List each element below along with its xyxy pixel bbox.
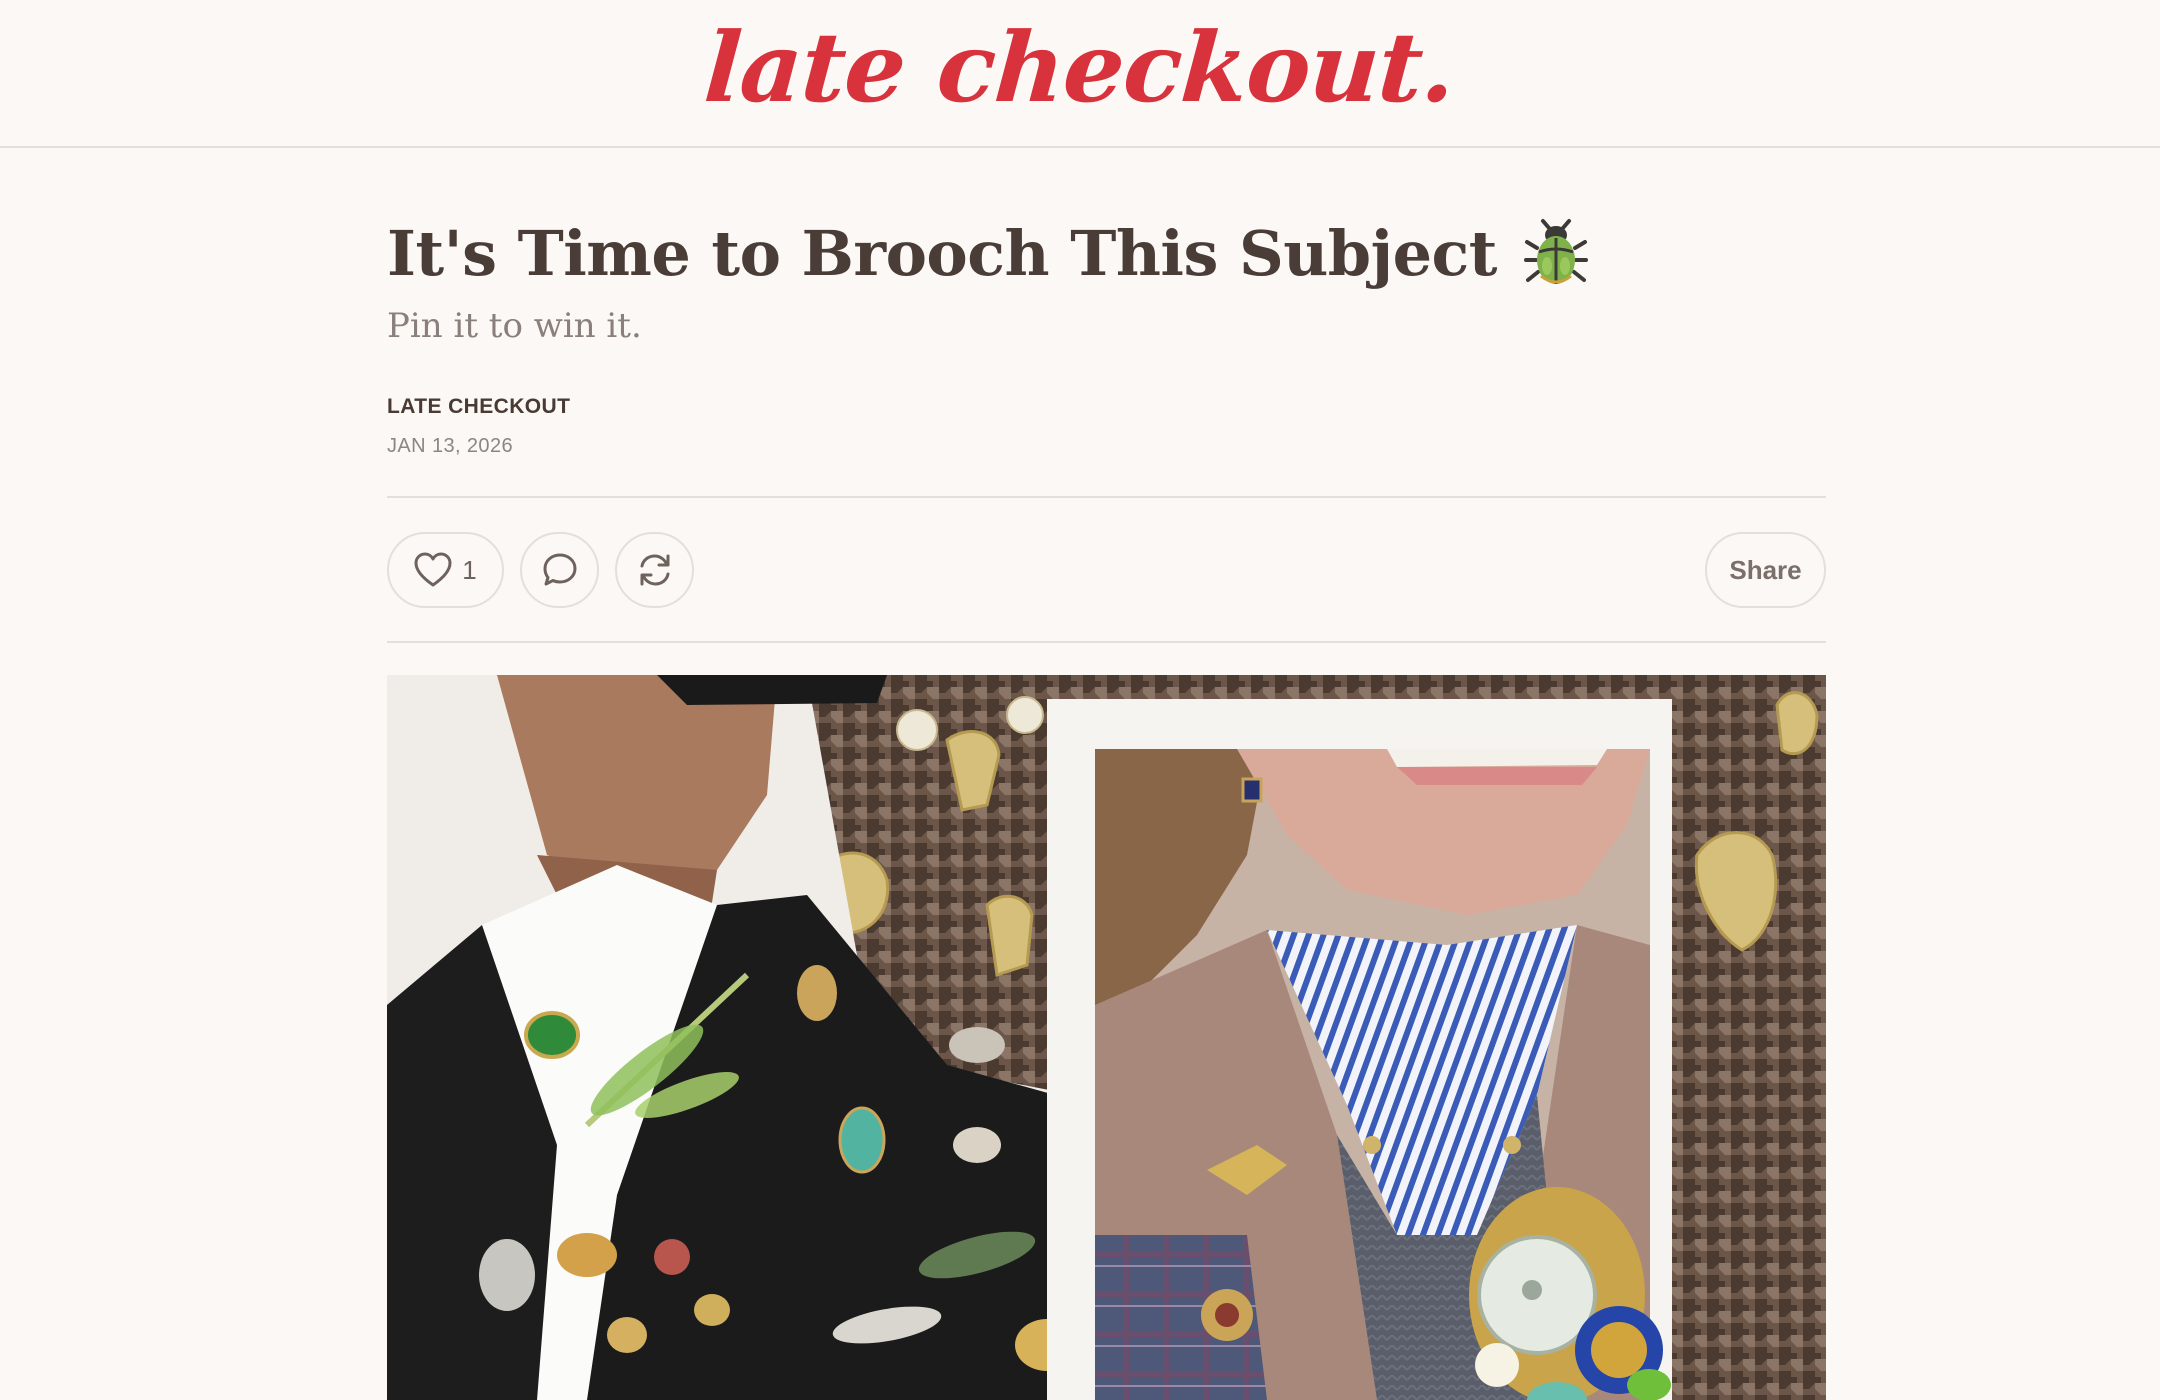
- post-subtitle: Pin it to win it.: [387, 306, 642, 346]
- author-name[interactable]: LATE CHECKOUT: [387, 395, 570, 419]
- restack-icon: [640, 554, 669, 586]
- heart-icon: [414, 552, 452, 587]
- restack-button[interactable]: [615, 532, 694, 608]
- comment-button[interactable]: [520, 532, 599, 608]
- site-logo[interactable]: late checkout.: [0, 0, 2160, 148]
- comment-icon: [543, 553, 576, 586]
- like-button[interactable]: 1: [387, 532, 504, 608]
- share-label: Share: [1729, 554, 1802, 585]
- divider: [387, 496, 1826, 498]
- share-button[interactable]: Share: [1705, 532, 1826, 608]
- brooch-collage-illustration: [387, 675, 1826, 1400]
- hero-image: [387, 675, 1826, 1400]
- site-header: late checkout.: [0, 0, 2160, 148]
- post-title: It's Time to Brooch This Subject: [387, 208, 1589, 298]
- post-date: JAN 13, 2026: [387, 435, 513, 457]
- site-logo-text: late checkout.: [701, 10, 1459, 124]
- like-count: 1: [462, 554, 477, 585]
- beetle-icon: [1523, 219, 1588, 284]
- post-title-text: It's Time to Brooch This Subject: [387, 216, 1497, 290]
- divider: [387, 641, 1826, 643]
